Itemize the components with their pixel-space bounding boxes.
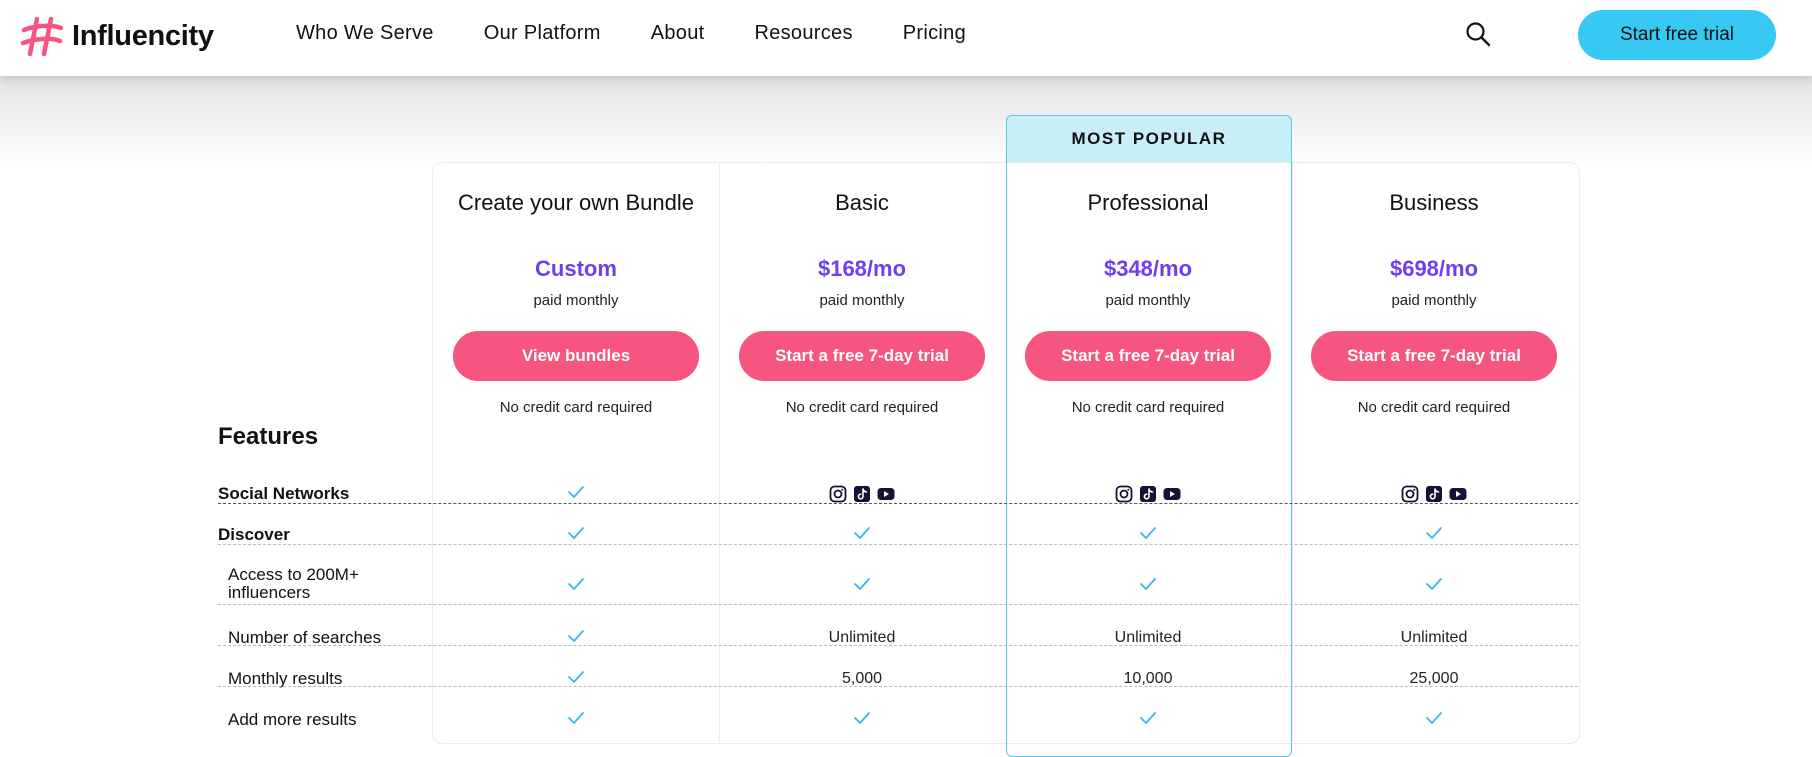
basic-trial-button[interactable]: Start a free 7-day trial	[739, 331, 985, 381]
tiktok-icon	[1426, 486, 1442, 502]
feature-label-text: Discover	[218, 525, 290, 544]
nav-pricing[interactable]: Pricing	[903, 22, 966, 45]
youtube-icon	[1163, 488, 1181, 500]
most-popular-badge: MOST POPULAR	[1006, 115, 1292, 162]
check-icon	[719, 711, 1005, 730]
check-icon	[1291, 526, 1577, 545]
check-icon	[1005, 711, 1291, 730]
plan-name: Create your own Bundle	[457, 190, 695, 215]
row-divider	[218, 503, 1578, 504]
plan-price: $348/mo	[1103, 256, 1193, 281]
social-networks-cell	[1291, 485, 1577, 508]
plan-billing: paid monthly	[1105, 292, 1191, 309]
plan-note: No credit card required	[785, 399, 939, 416]
social-networks-cell	[719, 485, 1005, 508]
plan-bundle: Create your own Bundle Custom paid month…	[433, 190, 719, 416]
site-header: Influencity Who We Serve Our Platform Ab…	[0, 0, 1812, 76]
check-icon	[1291, 711, 1577, 730]
check-icon	[1005, 526, 1291, 545]
nav-who-we-serve[interactable]: Who We Serve	[296, 22, 434, 45]
business-trial-button[interactable]: Start a free 7-day trial	[1311, 331, 1557, 381]
plan-name: Business	[1389, 190, 1479, 215]
check-icon	[1005, 577, 1291, 596]
plan-price: $698/mo	[1389, 256, 1479, 281]
feature-label-text: Social Networks	[218, 484, 350, 503]
feature-label-text: Add more results	[228, 710, 357, 729]
social-network-icons	[829, 485, 895, 503]
plan-price: Custom	[535, 256, 617, 281]
plan-billing: paid monthly	[1391, 292, 1477, 309]
header-shadow	[0, 76, 1812, 166]
plan-price: $168/mo	[817, 256, 907, 281]
plan-business: Business $698/mo paid monthly Start a fr…	[1291, 190, 1577, 416]
search-icon[interactable]	[1464, 20, 1492, 48]
youtube-icon	[877, 488, 895, 500]
feature-label: Discover	[218, 526, 290, 544]
check-icon	[433, 577, 719, 596]
row-divider	[218, 686, 1578, 687]
feature-label-text: Access to 200M+	[228, 565, 359, 584]
plan-billing: paid monthly	[533, 292, 619, 309]
instagram-icon	[1115, 485, 1133, 503]
check-icon	[1291, 577, 1577, 596]
youtube-icon	[1449, 488, 1467, 500]
logo[interactable]: Influencity	[20, 14, 214, 58]
tiktok-icon	[854, 486, 870, 502]
plan-professional: Professional $348/mo paid monthly Start …	[1005, 190, 1291, 416]
instagram-icon	[829, 485, 847, 503]
feature-label: Access to 200M+ influencers	[228, 566, 359, 602]
nav-about[interactable]: About	[651, 22, 705, 45]
feature-label-text: influencers	[228, 583, 311, 602]
row-divider	[218, 604, 1578, 605]
tiktok-icon	[1140, 486, 1156, 502]
row-divider	[218, 645, 1578, 646]
plan-note: No credit card required	[1071, 399, 1225, 416]
check-icon	[433, 485, 719, 504]
plan-note: No credit card required	[1357, 399, 1511, 416]
features-heading: Features	[218, 423, 319, 450]
plan-note: No credit card required	[499, 399, 653, 416]
check-icon	[433, 526, 719, 545]
check-icon	[719, 577, 1005, 596]
logo-text: Influencity	[72, 19, 214, 52]
nav-resources[interactable]: Resources	[754, 22, 852, 45]
plan-name: Basic	[835, 190, 889, 215]
main-nav: Who We Serve Our Platform About Resource…	[296, 22, 1016, 45]
plan-billing: paid monthly	[819, 292, 905, 309]
instagram-icon	[1401, 485, 1419, 503]
plan-basic: Basic $168/mo paid monthly Start a free …	[719, 190, 1005, 416]
feature-label: Add more results	[228, 711, 357, 729]
social-network-icons	[1401, 485, 1467, 503]
plan-name: Professional	[1087, 190, 1209, 215]
check-icon	[719, 526, 1005, 545]
start-free-trial-button[interactable]: Start free trial	[1578, 10, 1776, 60]
check-icon	[433, 711, 719, 730]
row-divider	[218, 544, 1578, 545]
nav-our-platform[interactable]: Our Platform	[484, 22, 601, 45]
social-networks-cell	[1005, 485, 1291, 508]
view-bundles-button[interactable]: View bundles	[453, 331, 699, 381]
logo-hashtag-icon	[20, 16, 64, 57]
professional-trial-button[interactable]: Start a free 7-day trial	[1025, 331, 1271, 381]
social-network-icons	[1115, 485, 1181, 503]
feature-label: Social Networks	[218, 485, 349, 503]
